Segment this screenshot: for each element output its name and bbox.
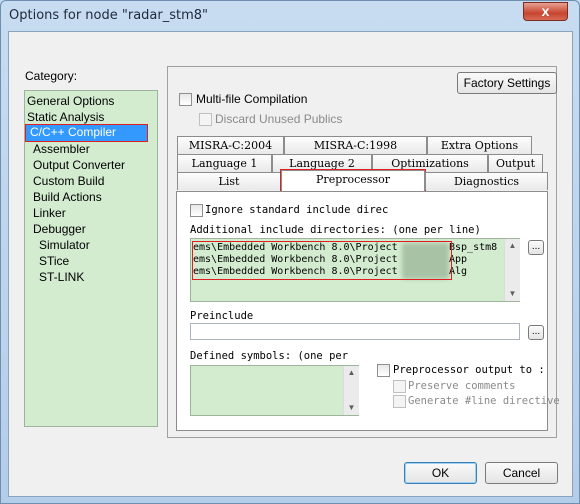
ok-button[interactable]: OK bbox=[404, 462, 477, 484]
category-item-c-cpp-compiler[interactable]: C/C++ Compiler bbox=[25, 124, 148, 142]
category-item-build-actions[interactable]: Build Actions bbox=[33, 190, 102, 206]
discard-checkbox[interactable] bbox=[199, 113, 212, 126]
tab-misra-c-1998[interactable]: MISRA-C:1998 bbox=[284, 136, 427, 154]
include-suffix-1: Bsp_stm8 bbox=[449, 242, 498, 253]
additional-include-label: Additional include directories: (one per… bbox=[190, 224, 481, 236]
category-item-stice[interactable]: STice bbox=[39, 254, 69, 270]
preinclude-browse-button[interactable]: ... bbox=[528, 325, 544, 340]
category-item-static-analysis[interactable]: Static Analysis bbox=[27, 110, 104, 126]
category-item-debugger[interactable]: Debugger bbox=[33, 222, 86, 238]
include-scrollbar[interactable]: ▲ ▼ bbox=[504, 239, 520, 301]
highlight-include-paths bbox=[192, 241, 452, 280]
category-item-general-options[interactable]: General Options bbox=[27, 94, 114, 110]
category-item-assembler[interactable]: Assembler bbox=[33, 142, 90, 158]
multifile-label: Multi-file Compilation bbox=[196, 92, 308, 106]
category-item-simulator[interactable]: Simulator bbox=[39, 238, 90, 254]
preprocessor-output-label: Preprocessor output to : bbox=[393, 364, 545, 376]
generate-line-checkbox[interactable] bbox=[393, 395, 406, 408]
category-item-st-link[interactable]: ST-LINK bbox=[39, 270, 84, 286]
category-item-custom-build[interactable]: Custom Build bbox=[33, 174, 104, 190]
include-directories-textarea[interactable]: ems\Embedded Workbench 8.0\Project ems\E… bbox=[190, 238, 520, 302]
include-browse-button[interactable]: ... bbox=[528, 240, 544, 255]
preinclude-input[interactable] bbox=[190, 323, 520, 340]
scroll-up-icon[interactable]: ▲ bbox=[347, 368, 356, 377]
title-bar: Options for node "radar_stm8" x bbox=[1, 1, 579, 31]
defined-symbols-label: Defined symbols: (one per bbox=[190, 350, 349, 362]
category-label: Category: bbox=[25, 69, 78, 83]
generate-line-label: Generate #line directive bbox=[408, 395, 560, 407]
tab-diagnostics[interactable]: Diagnostics bbox=[425, 172, 548, 190]
category-item-linker[interactable]: Linker bbox=[33, 206, 66, 222]
factory-settings-button[interactable]: Factory Settings bbox=[457, 72, 557, 94]
tab-list[interactable]: List bbox=[177, 172, 281, 190]
scroll-down-icon[interactable]: ▼ bbox=[508, 289, 517, 298]
tab-preprocessor[interactable]: Preprocessor bbox=[280, 169, 426, 192]
ignore-std-include-label: Ignore standard include direc bbox=[205, 204, 389, 216]
defined-symbols-textarea[interactable]: ▲ ▼ bbox=[190, 365, 359, 416]
discard-label: Discard Unused Publics bbox=[215, 112, 343, 126]
scroll-up-icon[interactable]: ▲ bbox=[508, 241, 517, 250]
cancel-button[interactable]: Cancel bbox=[485, 462, 558, 484]
ignore-std-include-checkbox[interactable] bbox=[190, 204, 203, 217]
preserve-comments-label: Preserve comments bbox=[408, 380, 516, 392]
tab-extra-options[interactable]: Extra Options bbox=[427, 136, 532, 154]
close-button[interactable]: x bbox=[523, 2, 568, 21]
tab-output[interactable]: Output bbox=[488, 154, 543, 172]
preserve-comments-checkbox[interactable] bbox=[393, 380, 406, 393]
multifile-checkbox[interactable] bbox=[179, 93, 192, 106]
preprocessor-output-checkbox[interactable] bbox=[377, 364, 390, 377]
defined-symbols-scrollbar[interactable]: ▲ ▼ bbox=[343, 366, 359, 415]
scroll-down-icon[interactable]: ▼ bbox=[347, 403, 356, 412]
tab-language-1[interactable]: Language 1 bbox=[177, 154, 272, 172]
category-list[interactable]: General Options Static Analysis C/C++ Co… bbox=[24, 90, 158, 427]
preinclude-label: Preinclude bbox=[190, 310, 254, 322]
category-item-output-converter[interactable]: Output Converter bbox=[33, 158, 125, 174]
window-title: Options for node "radar_stm8" bbox=[9, 8, 209, 23]
tab-misra-c-2004[interactable]: MISRA-C:2004 bbox=[177, 136, 284, 154]
